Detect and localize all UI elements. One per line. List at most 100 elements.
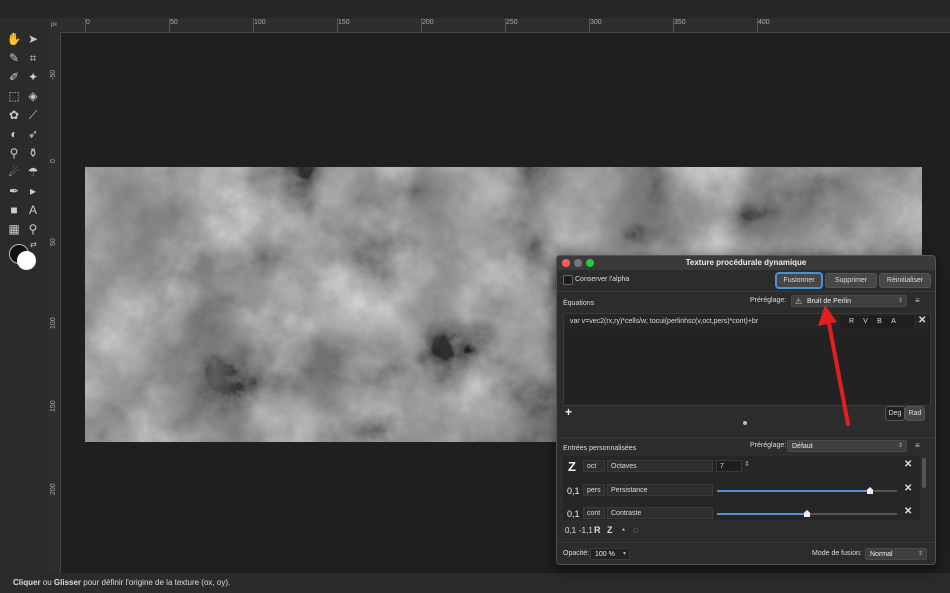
status-hint: pour définir l'origine de la texture (ox…: [81, 578, 231, 587]
opacity-field[interactable]: 100 % ▾: [590, 548, 630, 560]
remove-equation-icon[interactable]: ✕: [918, 315, 926, 326]
add-float-button[interactable]: 0,1: [565, 526, 576, 535]
annotation-arrow: [818, 305, 850, 426]
divider: [557, 291, 935, 292]
paint-brush-icon[interactable]: ✐: [5, 68, 23, 86]
ruler-tick: [253, 18, 254, 32]
procedural-texture-dialog: Texture procédurale dynamique Conserver …: [556, 255, 936, 565]
deg-button[interactable]: Deg: [885, 406, 905, 421]
rectangle-tool-icon[interactable]: ■: [5, 201, 23, 219]
blend-mode-value: Normal: [870, 551, 893, 558]
inputs-scrollbar[interactable]: [922, 458, 926, 488]
stamp-tool-icon[interactable]: ⚱: [24, 144, 42, 162]
custom-preset-select[interactable]: Défaut ⇕: [787, 440, 907, 452]
chevron-updown-icon: ⇕: [917, 551, 923, 557]
opacity-label: Opacité:: [563, 550, 590, 557]
custom-inputs-list: Z oct Octaves 7 ⇕ ✕ 0,1 pers Persistance…: [563, 456, 920, 520]
rad-button[interactable]: Rad: [905, 406, 925, 421]
blur-tool-icon[interactable]: ☂: [24, 163, 42, 181]
text-tool-icon[interactable]: A: [24, 201, 42, 219]
ruler-tick: [757, 18, 758, 32]
flood-fill-icon[interactable]: ◈: [24, 87, 42, 105]
ruler-tick-label: -50: [50, 69, 57, 80]
channel-a-button[interactable]: A: [887, 316, 900, 328]
persistance-slider[interactable]: [717, 487, 897, 494]
equation-text[interactable]: var v=vec2(rx,ry)*cells/w; tocui(perlinh…: [570, 318, 758, 325]
input-var-pers[interactable]: pers: [583, 484, 605, 496]
octaves-value-field[interactable]: 7: [716, 460, 742, 472]
dialog-titlebar[interactable]: Texture procédurale dynamique: [557, 256, 935, 270]
marquee-select-icon[interactable]: ⬚: [5, 87, 23, 105]
blend-mode-select[interactable]: Normal ⇕: [865, 548, 927, 560]
add-integer-button[interactable]: Z: [607, 525, 613, 535]
add-color-icon[interactable]: ◔: [620, 525, 625, 535]
ruler-tick: [85, 18, 86, 32]
hand-tool-icon[interactable]: ✋: [5, 30, 23, 48]
delete-button[interactable]: Supprimer: [825, 273, 877, 288]
resize-handle[interactable]: [743, 421, 747, 425]
persistance-slider-thumb[interactable]: [867, 487, 873, 494]
add-signed-float-button[interactable]: -1,1: [579, 526, 593, 535]
view-zoom-icon[interactable]: ⚲: [24, 220, 42, 238]
swap-colors-icon[interactable]: ⇄: [30, 240, 37, 249]
zoom-tool-icon[interactable]: ⚲: [5, 144, 23, 162]
dialog-title: Texture procédurale dynamique: [685, 258, 807, 267]
minimize-window-icon[interactable]: [574, 259, 582, 267]
opacity-value: 100 %: [595, 551, 615, 558]
add-angle-icon[interactable]: ◌: [633, 525, 638, 535]
custom-preset-label: Préréglage:: [750, 442, 787, 449]
ruler-tick-label: 250: [506, 19, 518, 26]
close-window-icon[interactable]: [562, 259, 570, 267]
zoom-window-icon[interactable]: [586, 259, 594, 267]
ruler-tick: [421, 18, 422, 32]
custom-preset-menu-icon[interactable]: ≡: [915, 441, 920, 450]
octaves-stepper-icon[interactable]: ⇕: [744, 460, 750, 468]
move-tool-icon[interactable]: ➤: [24, 30, 42, 48]
input-name-octaves[interactable]: Octaves: [607, 460, 713, 472]
add-equation-icon[interactable]: +: [565, 405, 572, 419]
keep-alpha-checkbox[interactable]: [563, 275, 573, 285]
magic-wand-icon[interactable]: ✦: [24, 68, 42, 86]
blend-mode-label: Mode de fusion:: [812, 550, 862, 557]
crop-tool-icon[interactable]: ⌗: [24, 49, 42, 67]
contrast-slider-thumb[interactable]: [804, 510, 810, 517]
secondary-color-swatch[interactable]: [17, 251, 36, 270]
add-range-button[interactable]: R: [594, 525, 601, 535]
remove-input-icon[interactable]: ✕: [904, 483, 912, 494]
ruler-unit: px: [48, 18, 60, 32]
ruler-tick-label: 350: [674, 19, 686, 26]
integer-type-icon: Z: [568, 459, 576, 474]
rocket-tool-icon[interactable]: ➶: [24, 125, 42, 143]
contrast-slider[interactable]: [717, 510, 897, 517]
status-or: ou: [40, 578, 54, 587]
brush-icon[interactable]: ⟋: [24, 106, 42, 124]
persistance-slider-fill: [717, 490, 870, 492]
keep-alpha-label: Conserver l'alpha: [575, 276, 630, 283]
ruler-tick-label: 100: [50, 317, 57, 329]
ruler-tick-label: 0: [86, 19, 90, 26]
input-name-persistance[interactable]: Persistance: [607, 484, 713, 496]
input-name-contraste[interactable]: Contraste: [607, 507, 713, 519]
merge-button[interactable]: Fusionner: [776, 273, 822, 288]
color-picker-icon[interactable]: ✎: [5, 49, 23, 67]
custom-preset-value: Défaut: [792, 443, 813, 450]
vertical-ruler: -50 0 50 100 150 200: [48, 32, 61, 573]
node-tool-icon[interactable]: ▸: [24, 182, 42, 200]
pen-tool-icon[interactable]: ✒: [5, 182, 23, 200]
preset-menu-icon[interactable]: ≡: [915, 296, 920, 305]
ruler-tick-label: 150: [50, 400, 57, 412]
remove-input-icon[interactable]: ✕: [904, 459, 912, 470]
remove-input-icon[interactable]: ✕: [904, 506, 912, 517]
status-click: Cliquer: [13, 578, 41, 587]
mesh-tool-icon[interactable]: ▦: [5, 220, 23, 238]
channel-b-button[interactable]: B: [873, 316, 886, 328]
input-var-cont[interactable]: cont: [583, 507, 605, 519]
dodge-tool-icon[interactable]: ◐: [5, 125, 23, 143]
reset-button[interactable]: Réinitialiser: [879, 273, 931, 288]
channel-v-button[interactable]: V: [859, 316, 872, 328]
input-var-oct[interactable]: oct: [583, 460, 605, 472]
float-type-icon: 0,1: [567, 486, 580, 496]
smudge-tool-icon[interactable]: ☄: [5, 163, 23, 181]
ruler-tick: [169, 18, 170, 32]
color-wheel-icon[interactable]: ✿: [5, 106, 23, 124]
